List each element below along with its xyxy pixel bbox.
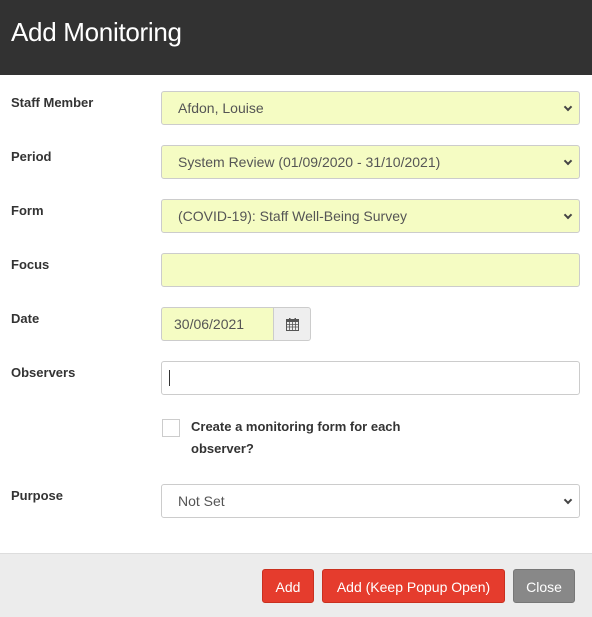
close-button[interactable]: Close xyxy=(513,569,575,603)
create-each-label[interactable]: Create a monitoring form for each observ… xyxy=(191,416,451,460)
purpose-value: Not Set xyxy=(178,493,225,509)
chevron-down-icon xyxy=(563,495,573,505)
text-caret xyxy=(169,370,170,386)
focus-input[interactable] xyxy=(161,253,580,287)
observers-label: Observers xyxy=(11,365,76,380)
form-select[interactable]: (COVID-19): Staff Well-Being Survey xyxy=(161,199,580,233)
add-button[interactable]: Add xyxy=(262,569,314,603)
date-label: Date xyxy=(11,311,40,326)
staff-member-value: Afdon, Louise xyxy=(178,100,264,116)
add-keep-open-button[interactable]: Add (Keep Popup Open) xyxy=(322,569,505,603)
create-each-checkbox[interactable] xyxy=(162,419,180,437)
calendar-icon xyxy=(286,318,299,331)
dialog-header: Add Monitoring xyxy=(0,0,592,75)
chevron-down-icon xyxy=(563,156,573,166)
observers-input[interactable] xyxy=(161,361,580,395)
staff-member-label: Staff Member xyxy=(11,95,94,110)
chevron-down-icon xyxy=(563,210,573,220)
form-label: Form xyxy=(11,203,44,218)
date-input[interactable]: 30/06/2021 xyxy=(161,307,274,341)
focus-label: Focus xyxy=(11,257,50,272)
period-select[interactable]: System Review (01/09/2020 - 31/10/2021) xyxy=(161,145,580,179)
staff-member-select[interactable]: Afdon, Louise xyxy=(161,91,580,125)
dialog-footer: Add Add (Keep Popup Open) Close xyxy=(0,553,592,617)
chevron-down-icon xyxy=(563,102,573,112)
period-label: Period xyxy=(11,149,52,164)
form-value: (COVID-19): Staff Well-Being Survey xyxy=(178,208,408,224)
dialog-title: Add Monitoring xyxy=(11,17,182,47)
purpose-label: Purpose xyxy=(11,488,64,503)
purpose-select[interactable]: Not Set xyxy=(161,484,580,518)
calendar-button[interactable] xyxy=(273,307,311,341)
period-value: System Review (01/09/2020 - 31/10/2021) xyxy=(178,154,441,170)
